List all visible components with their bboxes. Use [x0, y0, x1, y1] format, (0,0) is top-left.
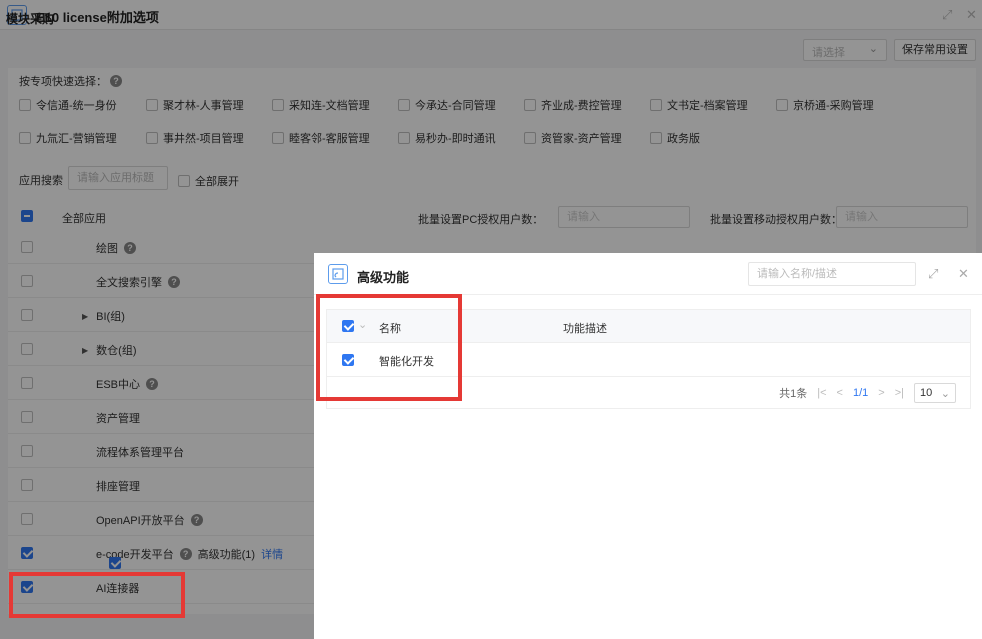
chevron-down-icon: ⌄	[940, 387, 950, 400]
dialog-title: 高级功能	[357, 270, 410, 285]
dialog-search-input[interactable]	[748, 262, 916, 286]
col-description: 功能描述	[563, 323, 607, 335]
prev-page-icon[interactable]: <	[837, 387, 843, 399]
highlight-box	[9, 572, 185, 618]
page-size-select[interactable]: 10 ⌄	[914, 383, 956, 403]
page-indicator: 1/1	[852, 387, 869, 399]
next-page-icon[interactable]: >	[878, 387, 884, 399]
expand-icon[interactable]: ⤢	[928, 266, 938, 282]
first-page-icon[interactable]: |<	[817, 387, 826, 399]
dialog-search-field[interactable]	[749, 263, 915, 285]
highlight-box	[316, 294, 462, 401]
pager: 共1条 |< < 1/1 > >| 10 ⌄	[779, 383, 956, 403]
total-count: 共1条	[779, 388, 808, 400]
dialog-logo-icon	[328, 264, 348, 284]
page-size-value: 10	[920, 387, 933, 399]
close-icon[interactable]: ✕	[958, 266, 969, 282]
last-page-icon[interactable]: >|	[895, 387, 904, 399]
dialog-header: 高级功能 ⤢ ✕	[314, 253, 982, 295]
